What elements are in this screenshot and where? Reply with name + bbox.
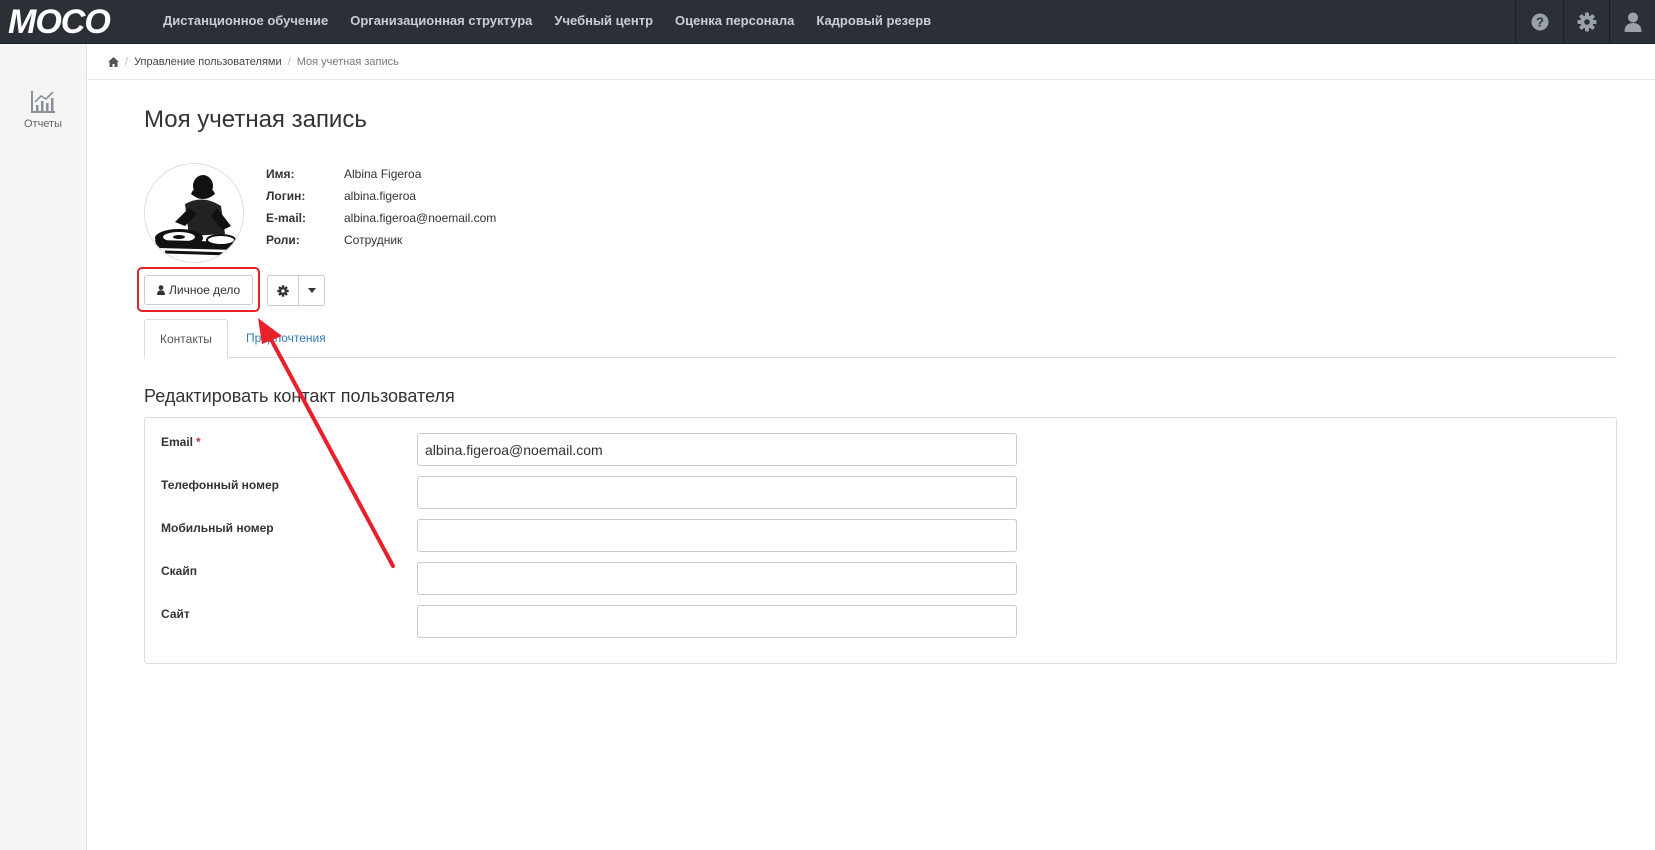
gear-icon [277,284,289,297]
breadcrumb-separator: / [125,55,129,68]
help-button[interactable]: ? [1515,0,1563,44]
email-label: E-mail: [266,211,307,225]
login-value: albina.figeroa [344,189,417,203]
main-nav: Дистанционное обучение Организационная с… [152,0,942,44]
mobile-field-label: Мобильный номер [161,521,274,535]
contact-form-title: Редактировать контакт пользователя [144,386,455,406]
tabs: Контакты Предпочтения [144,319,1617,359]
settings-button[interactable] [1563,0,1609,44]
tab-contacts[interactable]: Контакты [144,319,228,359]
breadcrumb: / Управление пользователями / Моя учетна… [87,44,1655,80]
nav-personnel-assessment[interactable]: Оценка персонала [664,0,805,44]
svg-text:?: ? [1536,15,1544,30]
breadcrumb-user-management[interactable]: Управление пользователями [134,56,282,68]
breadcrumb-current: Моя учетная запись [296,55,399,68]
sidebar: Отчеты [0,44,87,850]
site-field-label: Сайт [161,607,190,621]
user-icon [1624,12,1641,32]
sidebar-item-reports[interactable]: Отчеты [0,90,86,130]
phone-field-label: Телефонный номер [161,478,279,492]
top-navbar: MOCO Дистанционное обучение Организацион… [0,0,1655,44]
chart-line-icon [31,91,55,113]
roles-label: Роли: [266,233,300,247]
email-field-label: Email * [161,435,201,449]
actions-dropdown-toggle[interactable] [299,275,325,306]
caret-down-icon [307,288,316,293]
profile-row-name: Имя: Albina Figeroa [266,163,496,185]
top-icons: ? [1515,0,1655,44]
login-label: Логин: [266,189,306,203]
home-icon[interactable] [108,56,119,67]
tab-preferences[interactable]: Предпочтения [231,319,341,358]
roles-value: Сотрудник [344,233,403,247]
nav-training-center[interactable]: Учебный центр [543,0,664,44]
nav-distance-learning[interactable]: Дистанционное обучение [152,0,339,44]
sidebar-item-label: Отчеты [23,118,63,130]
logo-text: MOCO [8,3,110,39]
nav-talent-pool[interactable]: Кадровый резерв [805,0,942,44]
actions-dropdown [267,275,325,306]
profile-row-login: Логин: albina.figeroa [266,185,496,207]
name-label: Имя: [266,167,295,181]
profile-row-email: E-mail: albina.figeroa@noemail.com [266,207,496,229]
breadcrumb-separator: / [287,55,291,68]
site-field[interactable] [417,605,1017,638]
email-value: albina.figeroa@noemail.com [344,211,497,225]
contact-form-panel: Email* Телефонный номер Мобильный номер … [144,417,1617,664]
name-value: Albina Figeroa [344,167,422,181]
page-title: Моя учетная запись [144,106,367,133]
required-marker: * [196,435,201,449]
avatar [144,163,244,263]
question-circle-icon: ? [1531,13,1548,31]
profile-row-roles: Роли: Сотрудник [266,229,496,251]
moco-logo[interactable]: MOCO [6,3,136,39]
skype-field[interactable] [417,562,1017,595]
annotation-highlight-box [137,267,260,312]
actions-gear-button[interactable] [267,275,299,306]
mobile-field[interactable] [417,519,1017,552]
nav-org-structure[interactable]: Организационная структура [339,0,543,44]
phone-field[interactable] [417,476,1017,509]
gear-icon [1577,12,1596,32]
skype-field-label: Скайп [161,564,197,578]
user-menu-button[interactable] [1609,0,1655,44]
email-field[interactable] [417,433,1017,466]
email-field-label-text: Email [161,435,194,449]
profile-details: Имя: Albina Figeroa Логин: albina.figero… [266,163,496,251]
